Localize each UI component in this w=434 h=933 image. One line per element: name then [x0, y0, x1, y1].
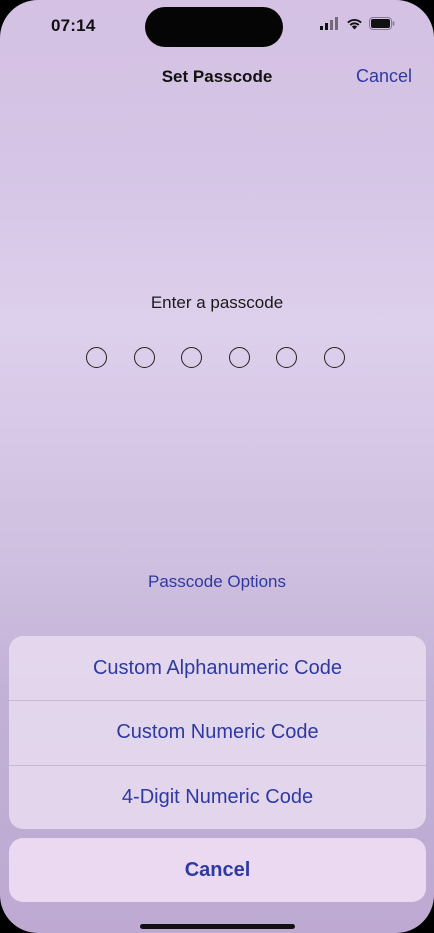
action-sheet-cancel-button[interactable]: Cancel — [9, 838, 426, 902]
passcode-prompt: Enter a passcode — [150, 293, 284, 312]
nav-cancel-button[interactable]: Cancel — [356, 66, 412, 87]
home-indicator[interactable] — [140, 924, 295, 929]
custom-numeric-code-option[interactable]: Custom Numeric Code — [9, 700, 426, 764]
status-time: 07:14 — [51, 16, 96, 35]
wifi-icon — [346, 17, 363, 35]
phone-frame: 07:14 Set Passcode Cancel Enter a passco… — [0, 0, 434, 933]
screen: 07:14 Set Passcode Cancel Enter a passco… — [0, 0, 434, 933]
status-icons — [320, 17, 396, 35]
status-bar: 07:14 — [0, 0, 434, 54]
passcode-dots — [86, 347, 345, 368]
passcode-dot — [86, 347, 107, 368]
custom-alphanumeric-code-option[interactable]: Custom Alphanumeric Code — [9, 636, 426, 700]
passcode-dot — [323, 347, 345, 368]
passcode-dot — [228, 347, 250, 368]
passcode-dot — [133, 347, 155, 368]
passcode-dot — [181, 347, 202, 368]
four-digit-numeric-code-option[interactable]: 4-Digit Numeric Code — [9, 764, 426, 829]
action-sheet: Custom Alphanumeric Code Custom Numeric … — [9, 636, 426, 829]
signal-icon — [320, 17, 340, 35]
passcode-options-link[interactable]: Passcode Options — [0, 572, 434, 592]
passcode-dot — [276, 347, 297, 368]
battery-icon — [369, 17, 396, 35]
dynamic-island — [145, 7, 283, 47]
